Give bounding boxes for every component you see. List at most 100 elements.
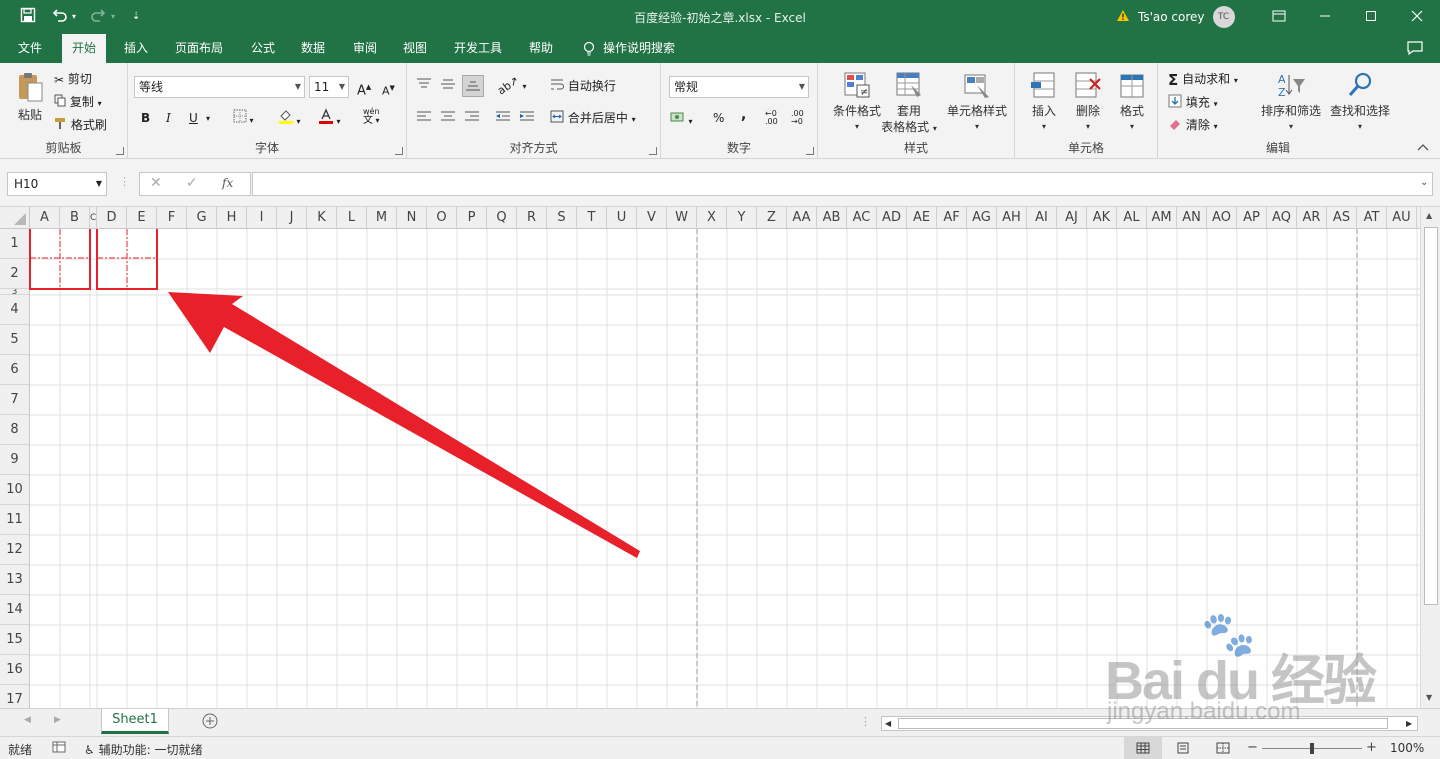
- column-header-y[interactable]: Y: [727, 207, 757, 229]
- row-header-14[interactable]: 14: [0, 595, 30, 625]
- tab-review[interactable]: 审阅: [343, 34, 387, 63]
- column-header-m[interactable]: M: [367, 207, 397, 229]
- column-header-j[interactable]: J: [277, 207, 307, 229]
- sort-filter-button[interactable]: AZ 排序和筛选 ▾: [1258, 71, 1324, 135]
- row-header-10[interactable]: 10: [0, 475, 30, 505]
- column-header-al[interactable]: AL: [1117, 207, 1147, 229]
- column-header-au[interactable]: AU: [1387, 207, 1417, 229]
- row-header-1[interactable]: 1: [0, 229, 30, 259]
- column-header-an[interactable]: AN: [1177, 207, 1207, 229]
- column-header-ak[interactable]: AK: [1087, 207, 1117, 229]
- tell-me-search[interactable]: 操作说明搜索: [575, 34, 685, 63]
- align-middle-button[interactable]: [440, 77, 456, 95]
- page-break-view-icon[interactable]: [1216, 742, 1230, 757]
- column-header-aa[interactable]: AA: [787, 207, 817, 229]
- horizontal-scrollbar[interactable]: ◀ ▶: [881, 716, 1418, 731]
- tab-insert[interactable]: 插入: [114, 34, 158, 63]
- row-header-2[interactable]: 2: [0, 259, 30, 289]
- wrap-text-button[interactable]: 自动换行: [550, 78, 616, 95]
- bold-button[interactable]: B: [141, 110, 150, 126]
- column-header-g[interactable]: G: [187, 207, 217, 229]
- column-header-ar[interactable]: AR: [1297, 207, 1327, 229]
- zoom-slider-thumb[interactable]: [1310, 743, 1314, 754]
- column-header-aq[interactable]: AQ: [1267, 207, 1297, 229]
- copy-button[interactable]: 复制 ▾: [54, 94, 102, 112]
- scroll-sheets-right-icon[interactable]: ▶: [54, 715, 61, 725]
- align-bottom-button[interactable]: [462, 75, 484, 97]
- comments-icon[interactable]: [1406, 40, 1424, 59]
- font-color-button[interactable]: ▾: [318, 108, 341, 130]
- column-header-ac[interactable]: AC: [847, 207, 877, 229]
- column-header-aj[interactable]: AJ: [1057, 207, 1087, 229]
- delete-cells-button[interactable]: 删除 ▾: [1067, 71, 1109, 135]
- tab-view[interactable]: 视图: [393, 34, 437, 63]
- row-header-4[interactable]: 4: [0, 295, 30, 325]
- column-header-am[interactable]: AM: [1147, 207, 1177, 229]
- column-header-z[interactable]: Z: [757, 207, 787, 229]
- column-header-ao[interactable]: AO: [1207, 207, 1237, 229]
- column-header-w[interactable]: W: [667, 207, 697, 229]
- column-header-c[interactable]: C: [90, 207, 97, 229]
- tab-page-layout[interactable]: 页面布局: [165, 34, 233, 63]
- column-header-ah[interactable]: AH: [997, 207, 1027, 229]
- scroll-down-icon[interactable]: ▼: [1426, 693, 1432, 702]
- clear-button[interactable]: 清除 ▾: [1168, 117, 1218, 135]
- column-header-ai[interactable]: AI: [1027, 207, 1057, 229]
- zoom-out-button[interactable]: −: [1247, 740, 1258, 755]
- formula-input[interactable]: [252, 172, 1433, 196]
- column-header-e[interactable]: E: [127, 207, 157, 229]
- column-header-t[interactable]: T: [577, 207, 607, 229]
- row-header-6[interactable]: 6: [0, 355, 30, 385]
- add-sheet-icon[interactable]: [202, 713, 218, 732]
- row-header-17[interactable]: 17: [0, 685, 30, 708]
- scroll-left-icon[interactable]: ◀: [885, 717, 891, 730]
- vertical-scroll-thumb[interactable]: [1424, 227, 1438, 605]
- align-left-button[interactable]: [416, 110, 432, 128]
- insert-cells-button[interactable]: 插入 ▾: [1023, 71, 1065, 135]
- column-header-b[interactable]: B: [60, 207, 90, 229]
- column-header-ab[interactable]: AB: [817, 207, 847, 229]
- check-icon[interactable]: ✓: [186, 175, 198, 191]
- row-header-9[interactable]: 9: [0, 445, 30, 475]
- row-header-11[interactable]: 11: [0, 505, 30, 535]
- tab-file[interactable]: 文件: [8, 34, 52, 63]
- column-header-ag[interactable]: AG: [967, 207, 997, 229]
- accounting-format-button[interactable]: ▾: [670, 110, 693, 130]
- expand-formula-bar-icon[interactable]: ⌄: [1420, 177, 1428, 188]
- percent-style-button[interactable]: %: [713, 110, 724, 126]
- cell-styles-button[interactable]: 单元格样式 ▾: [942, 71, 1012, 135]
- select-all-button[interactable]: [0, 207, 30, 229]
- autosum-button[interactable]: Σ 自动求和 ▾: [1168, 71, 1238, 89]
- fill-color-button[interactable]: ▾: [278, 108, 301, 130]
- column-header-n[interactable]: N: [397, 207, 427, 229]
- horizontal-scroll-thumb[interactable]: [898, 718, 1388, 729]
- increase-indent-button[interactable]: [519, 110, 535, 128]
- row-header-7[interactable]: 7: [0, 385, 30, 415]
- column-header-a[interactable]: A: [30, 207, 60, 229]
- undo-dropdown-icon[interactable]: ▾: [72, 7, 76, 27]
- scroll-up-icon[interactable]: ▲: [1426, 211, 1432, 220]
- redo-dropdown-icon[interactable]: ▾: [111, 7, 115, 27]
- underline-button[interactable]: U: [189, 110, 198, 126]
- close-button[interactable]: [1394, 0, 1440, 34]
- row-header-15[interactable]: 15: [0, 625, 30, 655]
- collapse-ribbon-icon[interactable]: [1416, 141, 1430, 155]
- phonetic-guide-button[interactable]: wén 文 ▾: [363, 107, 380, 126]
- row-header-5[interactable]: 5: [0, 325, 30, 355]
- tab-split-grip-icon[interactable]: ⋮: [860, 715, 871, 728]
- align-center-button[interactable]: [440, 110, 456, 128]
- cut-button[interactable]: ✂ 剪切: [54, 71, 92, 88]
- cancel-icon[interactable]: ✕: [150, 175, 162, 191]
- column-header-ae[interactable]: AE: [907, 207, 937, 229]
- column-header-o[interactable]: O: [427, 207, 457, 229]
- decrease-decimal-button[interactable]: .00 →0: [791, 110, 804, 126]
- clipboard-dialog-launcher[interactable]: [116, 147, 124, 155]
- orientation-button[interactable]: ab↗ ▾: [495, 74, 526, 98]
- zoom-level[interactable]: 100%: [1390, 741, 1424, 755]
- column-header-s[interactable]: S: [547, 207, 577, 229]
- column-header-k[interactable]: K: [307, 207, 337, 229]
- name-box[interactable]: H10 ▼: [7, 172, 107, 196]
- column-header-h[interactable]: H: [217, 207, 247, 229]
- column-header-r[interactable]: R: [517, 207, 547, 229]
- decrease-indent-button[interactable]: [495, 110, 511, 128]
